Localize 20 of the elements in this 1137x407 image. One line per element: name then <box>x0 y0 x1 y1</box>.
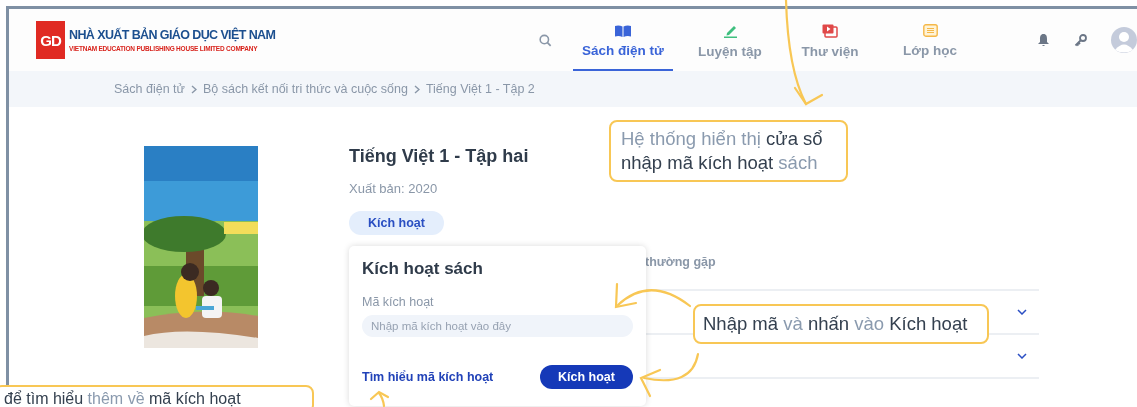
callout-text: để tìm hiểu thêm về mã kích hoạt <box>4 390 242 407</box>
field-label: Mã kích hoạt <box>362 295 434 309</box>
nav-tab[interactable]: Lớp học <box>890 9 970 71</box>
book-title: Tiếng Việt 1 - Tập hai <box>349 146 529 167</box>
nav-tab[interactable]: Thư viện <box>790 9 870 71</box>
logo-mark: GD <box>36 21 65 59</box>
breadcrumb-link[interactable]: Bộ sách kết nối tri thức và cuộc sống <box>202 82 408 96</box>
breadcrumb-link[interactable]: Sách điện tử <box>114 82 185 96</box>
activate-button[interactable]: Kích hoạt <box>349 211 444 235</box>
publish-year: Xuất bản: 2020 <box>349 181 438 196</box>
learn-more-link[interactable]: Tìm hiểu mã kích hoạt <box>362 370 494 384</box>
tab-label[interactable]: thường gặp <box>645 255 716 269</box>
code-input[interactable]: Nhập mã kích hoạt vào đây <box>362 315 633 337</box>
callout-text: Hệ thống hiển thị cửa sổ nhập mã kích hoạt sách <box>621 127 824 176</box>
breadcrumb-link[interactable]: Tiếng Việt 1 - Tập 2 <box>425 82 535 96</box>
brand-name: NHÀ XUẤT BẢN GIÁO DỤC VIỆT NAM <box>69 28 276 42</box>
dialog-title: Kích hoạt sách <box>362 259 483 279</box>
callout-text: Nhập mã và nhấn vào Kích hoạt <box>703 312 969 336</box>
nav-tab[interactable]: Luyện tập <box>690 9 770 71</box>
activate-submit-button[interactable]: Kích hoạt <box>540 365 633 389</box>
